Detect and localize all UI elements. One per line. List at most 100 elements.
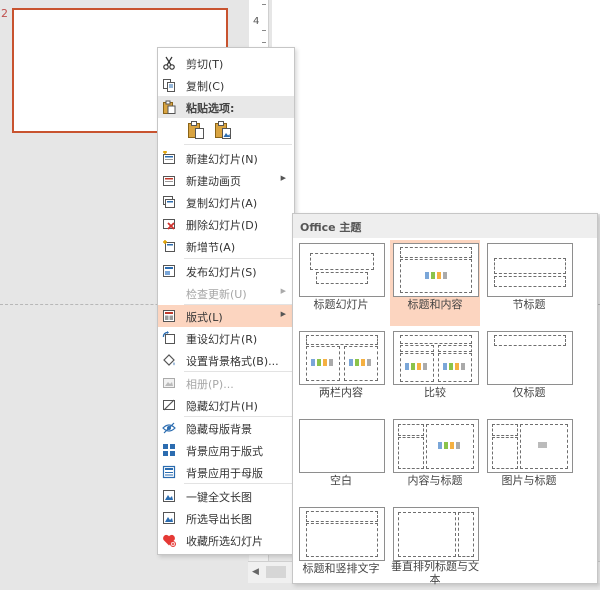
menu-item-photo-album[interactable]: 相册(P)... [158,372,294,394]
menu-item-reset-slide[interactable]: 重设幻灯片(R) [158,327,294,349]
menu-item-label: 检查更新(U) [186,288,247,301]
layout-icon [161,308,177,324]
layout-picture-with-caption[interactable]: 图片与标题 [484,416,574,502]
menu-item-label: 所选导出长图 [186,513,252,526]
layout-caption: 图片与标题 [501,474,557,487]
menu-item-export-selected-long-image[interactable]: 所选导出长图 [158,507,294,529]
copy-icon [161,77,177,93]
paste-keep-format-icon[interactable] [185,119,207,141]
paint-bucket-icon [161,352,177,368]
layout-grid-icon [161,442,177,458]
menu-item-label: 删除幻灯片(D) [186,219,259,232]
menu-separator [184,258,292,259]
content-placeholder-icon [405,362,427,371]
layout-title-slide[interactable]: 标题幻灯片 [296,240,386,326]
layout-caption: 比较 [424,386,446,399]
layout-section-header[interactable]: 节标题 [484,240,574,326]
layout-caption: 节标题 [512,298,546,311]
layout-thumbnail [299,507,385,561]
layout-comparison[interactable]: 比较 [390,328,480,414]
menu-item-copy[interactable]: 复制(C) [158,74,294,96]
menu-item-label: 复制幻灯片(A) [186,197,258,210]
layout-vertical-title-and-text[interactable]: 垂直排列标题与文本 [390,504,480,590]
layout-thumbnail [393,243,479,297]
submenu-arrow-icon: ▶ [280,287,286,295]
content-placeholder-icon [311,358,333,367]
menu-item-check-updates[interactable]: 检查更新(U) ▶ [158,282,294,304]
layout-title-and-content[interactable]: 标题和内容 [390,240,480,326]
menu-item-label: 复制(C) [186,80,225,93]
menu-item-publish-slides[interactable]: 发布幻灯片(S) [158,260,294,282]
menu-item-label: 背景应用于母版 [186,467,263,480]
ruler-number: 4 [253,16,260,27]
menu-item-format-background[interactable]: 设置背景格式(B)... [158,349,294,371]
menu-item-layout[interactable]: 版式(L) ▶ [158,305,294,327]
menu-separator [184,144,292,145]
menu-item-apply-background-to-master[interactable]: 背景应用于母版 [158,461,294,483]
master-slide-icon [161,464,177,480]
menu-item-one-click-long-image[interactable]: 一键全文长图 [158,485,294,507]
layout-title-only[interactable]: 仅标题 [484,328,574,414]
layout-caption: 空白 [330,474,352,487]
add-section-icon [161,238,177,254]
context-menu: 剪切(T) 复制(C) 粘贴选项: 新建幻灯片(N) 新建动画页 ▶ 复制幻灯片… [157,47,295,555]
layout-caption: 仅标题 [512,386,546,399]
menu-item-cut[interactable]: 剪切(T) [158,52,294,74]
layout-thumbnail [487,243,573,297]
menu-item-add-section[interactable]: 新增节(A) [158,235,294,257]
menu-item-label: 新建动画页 [186,175,241,188]
menu-item-favorite-selected-slides[interactable]: 收藏所选幻灯片 [158,529,294,551]
submenu-arrow-icon: ▶ [280,310,286,318]
content-placeholder-icon [349,358,371,367]
paste-as-picture-icon[interactable] [212,119,234,141]
layout-content-with-caption[interactable]: 内容与标题 [390,416,480,502]
menu-item-new-slide[interactable]: 新建幻灯片(N) [158,147,294,169]
image-icon [161,510,177,526]
menu-separator [184,483,292,484]
menu-item-hide-slide[interactable]: 隐藏幻灯片(H) [158,394,294,416]
publish-icon [161,263,177,279]
menu-item-label: 剪切(T) [186,58,224,71]
animation-page-icon [161,172,177,188]
layout-title-and-vertical-text[interactable]: 标题和竖排文字 [296,504,386,590]
menu-item-label: 新增节(A) [186,241,236,254]
layout-gallery-panel: Office 主题 标题幻灯片 标题和内容 节标题 两栏内容 比较 仅标题 空白… [292,213,598,586]
scroll-left-icon[interactable]: ◀ [252,567,259,577]
picture-placeholder-icon [538,442,547,448]
menu-item-new-animation-page[interactable]: 新建动画页 ▶ [158,169,294,191]
layout-thumbnail [299,419,385,473]
menu-item-label: 隐藏幻灯片(H) [186,400,258,413]
gallery-header: Office 主题 [293,214,597,238]
content-placeholder-icon [438,441,460,450]
menu-item-label: 发布幻灯片(S) [186,266,257,279]
menu-item-delete-slide[interactable]: 删除幻灯片(D) [158,213,294,235]
new-slide-icon [161,150,177,166]
menu-item-label: 版式(L) [186,311,223,324]
menu-item-hide-master-background[interactable]: 隐藏母版背景 [158,417,294,439]
content-placeholder-icon [425,271,447,280]
layout-thumbnail [487,419,573,473]
menu-item-label: 背景应用于版式 [186,445,263,458]
menu-item-label: 隐藏母版背景 [186,423,252,436]
scroll-thumb[interactable] [266,566,286,578]
content-placeholder-icon [443,362,465,371]
photo-album-icon [161,375,177,391]
slide-canvas [272,0,600,214]
layout-thumbnail [299,243,385,297]
layout-two-content[interactable]: 两栏内容 [296,328,386,414]
layout-caption: 两栏内容 [319,386,363,399]
layout-thumbnail [299,331,385,385]
layout-thumbnail [393,331,479,385]
menu-item-label: 设置背景格式(B)... [186,355,279,368]
layout-blank[interactable]: 空白 [296,416,386,502]
menu-header-paste-options: 粘贴选项: [158,96,294,118]
layout-caption: 内容与标题 [407,474,463,487]
layout-caption: 标题和竖排文字 [302,562,380,575]
layout-caption: 标题和内容 [407,298,463,311]
gallery-header-label: Office 主题 [300,221,362,234]
heart-icon [161,532,177,548]
submenu-arrow-icon: ▶ [280,174,286,182]
menu-header-label: 粘贴选项: [186,102,235,115]
menu-item-apply-background-to-layout[interactable]: 背景应用于版式 [158,439,294,461]
menu-item-duplicate-slide[interactable]: 复制幻灯片(A) [158,191,294,213]
